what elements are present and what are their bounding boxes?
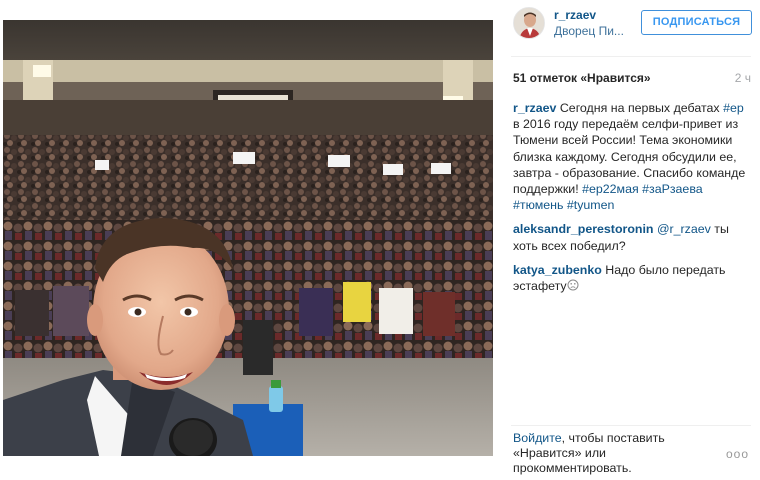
comment-username[interactable]: aleksandr_perestoronin bbox=[513, 222, 653, 236]
comment-username[interactable]: katya_zubenko bbox=[513, 263, 602, 277]
follow-button[interactable]: ПОДПИСАТЬСЯ bbox=[641, 10, 752, 35]
post-timestamp[interactable]: 2 ч bbox=[735, 71, 751, 85]
hashtag-link[interactable]: #заРзаева bbox=[642, 182, 703, 196]
post-username-link[interactable]: r_rzaev bbox=[554, 8, 596, 22]
login-prompt: Войдите, чтобы поставить «Нравится» или … bbox=[513, 431, 693, 476]
likes-row: 51 отметок «Нравится» 2 ч bbox=[513, 71, 751, 87]
avatar[interactable] bbox=[513, 7, 545, 39]
likes-count[interactable]: 51 отметок «Нравится» bbox=[513, 71, 651, 85]
post-photo[interactable] bbox=[3, 20, 493, 456]
hashtag-link[interactable]: #ер bbox=[723, 101, 744, 115]
post-sidebar: r_rzaev Дворец Пи... ПОДПИСАТЬСЯ 51 отме… bbox=[503, 0, 758, 480]
selfie-auditorium-image bbox=[3, 20, 493, 456]
mention-link[interactable]: @r_rzaev bbox=[657, 222, 711, 236]
hashtag-link[interactable]: #tyumen bbox=[567, 198, 615, 212]
post-location-link[interactable]: Дворец Пи... bbox=[554, 24, 629, 38]
comment-username[interactable]: r_rzaev bbox=[513, 101, 556, 115]
comment-item: katya_zubenko Надо было передать эстафет… bbox=[513, 262, 751, 294]
hashtag-link[interactable]: #тюмень bbox=[513, 198, 563, 212]
caption-comment: r_rzaev Сегодня на первых дебатах #ер в … bbox=[513, 100, 751, 213]
post-header: r_rzaev Дворец Пи... ПОДПИСАТЬСЯ bbox=[503, 0, 753, 56]
login-link[interactable]: Войдите bbox=[513, 431, 562, 445]
footer-divider bbox=[511, 425, 751, 426]
avatar-image bbox=[514, 8, 544, 38]
comments-list: r_rzaev Сегодня на первых дебатах #ер в … bbox=[513, 100, 751, 302]
comment-item: aleksandr_perestoronin @r_rzaev ты хоть … bbox=[513, 221, 751, 253]
more-options-icon[interactable]: ooo bbox=[726, 447, 749, 461]
slightly-frowning-face-icon bbox=[567, 279, 579, 293]
header-divider bbox=[511, 56, 751, 57]
hashtag-link[interactable]: #ер22мая bbox=[582, 182, 639, 196]
post-footer: Войдите, чтобы поставить «Нравится» или … bbox=[513, 431, 753, 476]
caption-text-1: Сегодня на первых дебатах bbox=[556, 101, 724, 115]
instagram-post-view: r_rzaev Дворец Пи... ПОДПИСАТЬСЯ 51 отме… bbox=[0, 0, 760, 480]
